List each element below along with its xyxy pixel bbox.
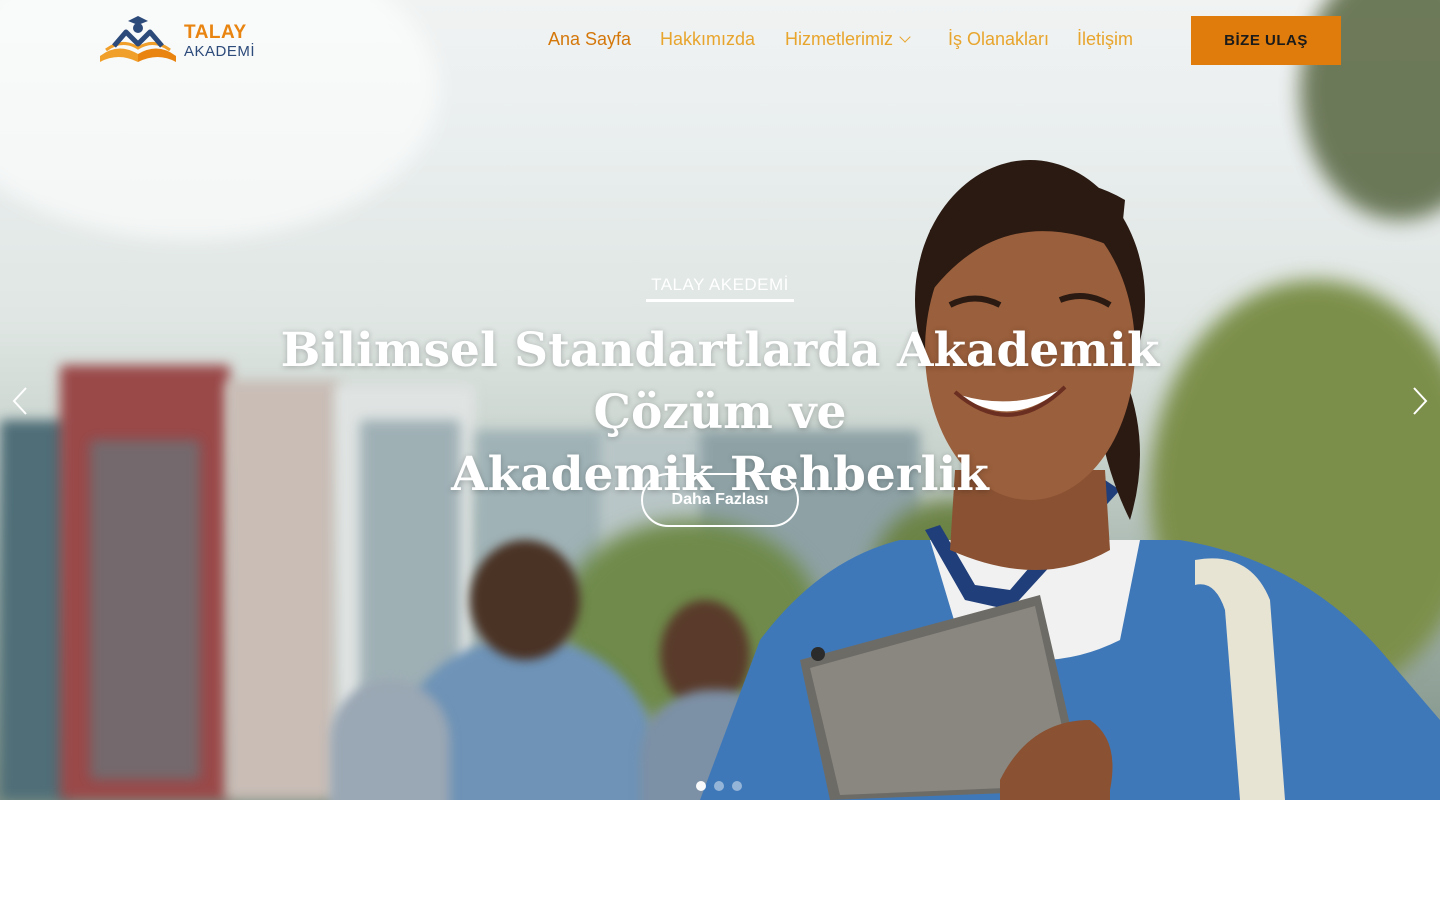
nav-services-label: Hizmetlerimiz — [785, 29, 893, 49]
chevron-down-icon — [899, 31, 911, 43]
nav-services[interactable]: Hizmetlerimiz — [785, 29, 911, 50]
hero-slider: TALAY AKADEMİ Ana Sayfa Hakkımızda Hizme… — [0, 0, 1440, 800]
eyebrow-underline — [646, 299, 794, 302]
hero-eyebrow: TALAY AKEDEMİ — [651, 275, 789, 294]
learn-more-button[interactable]: Daha Fazlası — [641, 473, 799, 527]
slider-dot-2[interactable] — [714, 781, 724, 791]
arrow-left-icon[interactable] — [10, 386, 30, 416]
logo-emblem-icon — [100, 16, 176, 62]
slider-dot-3[interactable] — [732, 781, 742, 791]
site-header: TALAY AKADEMİ Ana Sayfa Hakkımızda Hizme… — [0, 0, 1440, 80]
nav-about[interactable]: Hakkımızda — [660, 29, 755, 50]
hero-title-line1: Bilimsel Standartlarda Akademik Çözüm ve — [280, 323, 1160, 440]
site-logo[interactable]: TALAY AKADEMİ — [98, 12, 268, 68]
arrow-right-icon[interactable] — [1410, 386, 1430, 416]
logo-title: TALAY — [184, 22, 247, 43]
slider-dot-1[interactable] — [696, 781, 706, 791]
logo-subtitle: AKADEMİ — [184, 43, 256, 60]
nav-contact[interactable]: İletişim — [1077, 29, 1133, 50]
slider-dots — [696, 781, 742, 791]
nav-home[interactable]: Ana Sayfa — [548, 29, 631, 50]
nav-careers[interactable]: İş Olanakları — [948, 29, 1049, 50]
contact-us-button[interactable]: BİZE ULAŞ — [1191, 16, 1341, 65]
